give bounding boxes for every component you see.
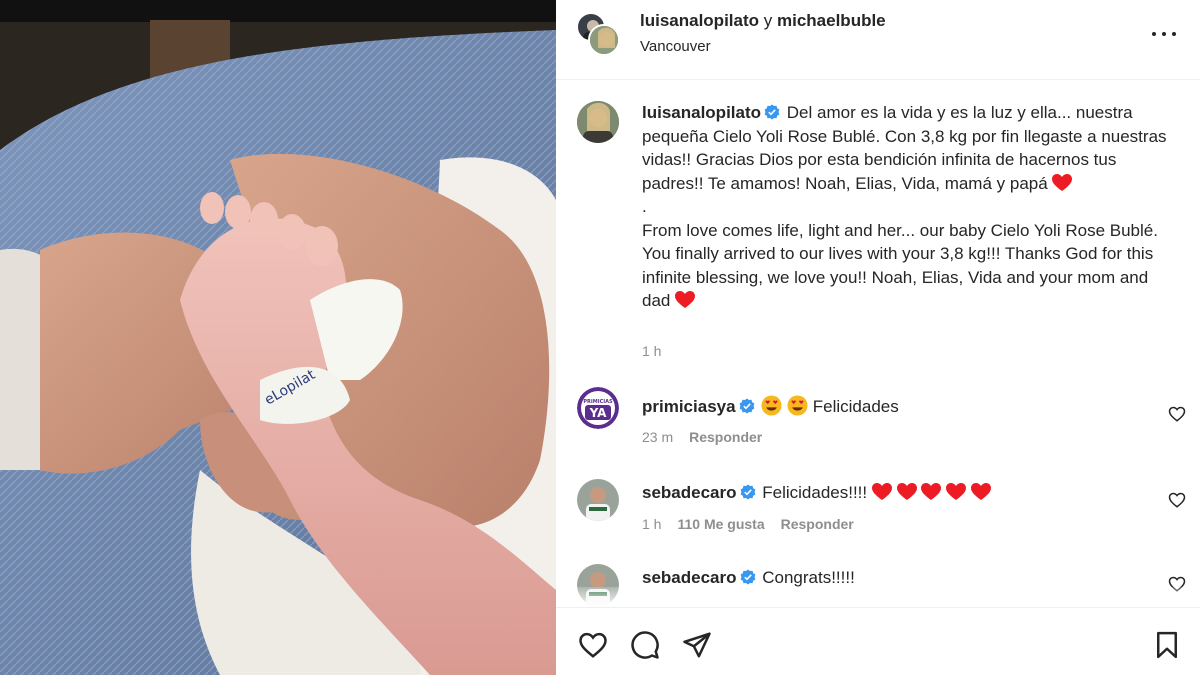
comment-timestamp: 23 m bbox=[642, 429, 674, 445]
caption-text-en: From love comes life, light and her... o… bbox=[642, 220, 1158, 311]
avatar[interactable]: PRIMICIAS YA bbox=[577, 387, 619, 429]
post-actions-bar bbox=[556, 607, 1200, 675]
verified-badge-icon bbox=[739, 398, 754, 414]
heart-outline-icon[interactable] bbox=[1168, 405, 1186, 423]
heart-outline-icon[interactable] bbox=[1168, 491, 1186, 509]
comment-username[interactable]: primiciasya bbox=[642, 397, 736, 416]
post-authors: luisanalopilato y michaelbuble bbox=[640, 11, 886, 31]
comment-text: sebadecaro Felicidades!!!! bbox=[642, 482, 991, 504]
reply-button[interactable]: Responder bbox=[689, 429, 762, 445]
reply-button[interactable]: Responder bbox=[781, 516, 854, 532]
avatar[interactable] bbox=[588, 24, 620, 56]
comment-item: sebadecaro Felicidades!!!! 1 h 110 Me gus… bbox=[556, 475, 1200, 555]
authors-joiner: y bbox=[763, 11, 773, 30]
avatar[interactable] bbox=[577, 101, 619, 143]
paper-plane-icon[interactable] bbox=[682, 630, 712, 660]
red-heart-icon bbox=[946, 483, 967, 500]
bookmark-icon[interactable] bbox=[1152, 630, 1182, 660]
collab-avatars[interactable] bbox=[576, 12, 622, 58]
more-options-icon[interactable] bbox=[1150, 22, 1178, 46]
author-username-2[interactable]: michaelbuble bbox=[777, 11, 886, 30]
post-sidebar: luisanalopilato y michaelbuble Vancouver… bbox=[556, 0, 1200, 675]
comments-section[interactable]: luisanalopilato Del amor es la vida y es… bbox=[556, 81, 1200, 607]
comment-meta: 1 h 110 Me gusta Responder bbox=[642, 516, 854, 532]
caption-separator: . bbox=[642, 197, 647, 216]
comment-timestamp: 1 h bbox=[642, 516, 662, 532]
caption-text: luisanalopilato Del amor es la vida y es… bbox=[642, 101, 1172, 313]
caption-timestamp: 1 h bbox=[642, 343, 662, 359]
comment-body: Congrats!!!!! bbox=[762, 568, 855, 587]
comment-username[interactable]: sebadecaro bbox=[642, 483, 737, 502]
scroll-fade bbox=[556, 587, 1200, 607]
comment-item: PRIMICIAS YA primiciasya Felicidades 23 … bbox=[556, 387, 1200, 467]
primicias-avatar-label: PRIMICIAS bbox=[583, 399, 613, 405]
post-header: luisanalopilato y michaelbuble Vancouver bbox=[556, 0, 1200, 80]
caption-username[interactable]: luisanalopilato bbox=[642, 103, 761, 122]
verified-badge-icon bbox=[740, 484, 755, 500]
comment-icon[interactable] bbox=[630, 630, 660, 660]
red-heart-icon bbox=[1052, 173, 1073, 191]
comment-body: Felicidades bbox=[812, 397, 899, 416]
comment-text: sebadecaro Congrats!!!!! bbox=[642, 567, 855, 589]
ya-avatar-label: YA bbox=[589, 406, 608, 420]
comment-likes-count[interactable]: 110 Me gusta bbox=[677, 516, 764, 532]
heart-outline-icon[interactable] bbox=[578, 630, 608, 660]
comment-meta: 23 m Responder bbox=[642, 429, 762, 445]
red-heart-icon bbox=[921, 483, 942, 500]
author-username-1[interactable]: luisanalopilato bbox=[640, 11, 759, 30]
heart-eyes-emoji-icon bbox=[787, 395, 808, 416]
verified-badge-icon bbox=[740, 569, 755, 585]
post-location[interactable]: Vancouver bbox=[640, 38, 711, 55]
newborn-foot-photo: eLopilat bbox=[0, 0, 556, 675]
red-heart-icon bbox=[871, 483, 892, 500]
comment-body: Felicidades!!!! bbox=[762, 483, 868, 502]
heart-eyes-emoji-icon bbox=[761, 395, 782, 416]
red-heart-icon bbox=[970, 483, 991, 500]
red-heart-icon bbox=[675, 291, 696, 308]
comment-text: primiciasya Felicidades bbox=[642, 395, 899, 418]
avatar[interactable] bbox=[577, 479, 619, 521]
red-heart-icon bbox=[896, 483, 917, 500]
post-photo[interactable]: eLopilat bbox=[0, 0, 556, 675]
verified-badge-icon bbox=[764, 104, 780, 120]
comment-username[interactable]: sebadecaro bbox=[642, 568, 737, 587]
